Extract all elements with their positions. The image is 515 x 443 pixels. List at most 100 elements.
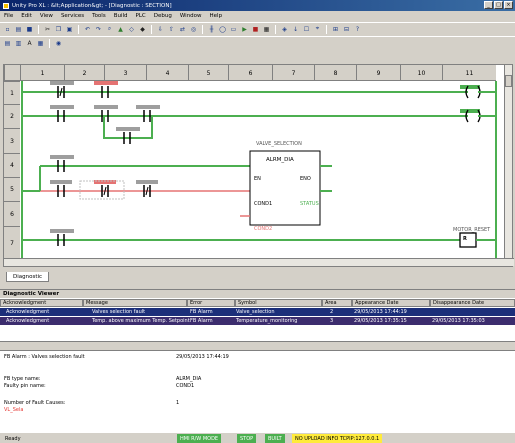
column-header-area[interactable]: Area [322, 299, 352, 307]
details-splitter[interactable] [0, 341, 515, 351]
toolbar-separator [38, 24, 39, 34]
diagnostic-title: Diagnostic Viewer [0, 290, 515, 298]
run-icon[interactable]: ▶ [240, 25, 249, 34]
column-header-ack[interactable]: Acknowledgment [0, 299, 83, 307]
debug-icon[interactable]: ◈ [280, 25, 289, 34]
coil-icon[interactable]: ◯ [218, 25, 227, 34]
menu-edit[interactable]: Edit [21, 13, 32, 19]
fb-pin-en: EN [254, 176, 261, 182]
menu-bar: File Edit View Services Tools Build PLC … [0, 11, 515, 21]
column-header-appearance[interactable]: Appearance Date [352, 299, 430, 307]
menu-build[interactable]: Build [114, 13, 128, 19]
stop-icon[interactable]: ■ [251, 25, 260, 34]
column-label: 7 [272, 65, 314, 81]
bold-a-icon[interactable]: A [25, 39, 34, 48]
menu-help[interactable]: Help [210, 13, 223, 19]
close-button[interactable]: × [504, 1, 513, 9]
row-label: 6 [4, 201, 20, 226]
zoom-icon[interactable]: ⌖ [313, 25, 322, 34]
browse-icon[interactable]: ▤ [3, 39, 12, 48]
block-icon[interactable]: ▭ [229, 25, 238, 34]
scroll-thumb[interactable] [505, 75, 512, 87]
column-label: 4 [146, 65, 188, 81]
transfer-icon[interactable]: ⇄ [178, 25, 187, 34]
undo-icon[interactable]: ↶ [83, 25, 92, 34]
step-icon[interactable]: ↓ [291, 25, 300, 34]
tab-diagnostic[interactable]: Diagnostic [6, 272, 50, 282]
row-symbol: Valve_selection [236, 309, 275, 315]
ladder-diagram [21, 81, 497, 259]
row-label: 5 [4, 177, 20, 201]
toolbar-main: ▫ ▤ ■ ✂ ❐ ▣ ↶ ↷ ⌕ ▲ ◇ ◆ ⇩ ⇧ ⇄ ◎ ╫ ◯ ▭ ▶ … [0, 22, 515, 35]
status-stop: STOP [237, 434, 257, 443]
contact-icon[interactable]: ╫ [207, 25, 216, 34]
toolbar-separator [78, 24, 79, 34]
cut-icon[interactable]: ✂ [43, 25, 52, 34]
column-label: 11 [442, 65, 496, 81]
ladder-editor[interactable]: 1 2 3 4 5 6 7 8 9 10 11 1 2 3 4 5 6 7 VA… [3, 64, 514, 267]
fb-instance-name: VALVE_SELECTION [256, 141, 302, 147]
upload-icon[interactable]: ⇧ [167, 25, 176, 34]
find-icon[interactable]: ⌕ [105, 25, 114, 34]
fb-pin-cond2: COND2 [254, 226, 273, 232]
paste-icon[interactable]: ▣ [65, 25, 74, 34]
variables-icon[interactable]: ⊞ [331, 25, 340, 34]
redo-icon[interactable]: ↷ [94, 25, 103, 34]
corner-cell [4, 65, 20, 81]
title-bar: Unity Pro XL : &lt;Application&gt; - [Di… [0, 0, 515, 11]
row-disappearance: 29/05/2013 17:35:03 [432, 318, 485, 324]
menu-view[interactable]: View [40, 13, 53, 19]
new-icon[interactable]: ▫ [3, 25, 12, 34]
table-row[interactable]: Acknowledgment Temp. above maximum Temp.… [0, 317, 515, 325]
column-header-error[interactable]: Error [187, 299, 235, 307]
column-header-message[interactable]: Message [83, 299, 187, 307]
diagnostic-viewer: Diagnostic Viewer Acknowledgment Message… [0, 289, 515, 432]
variable-labels [50, 81, 160, 233]
maximize-button[interactable]: □ [494, 1, 503, 9]
fb-pin-cond1: COND1 [254, 201, 273, 207]
target-icon[interactable]: ◉ [54, 39, 63, 48]
detail-pin-value: COND1 [176, 383, 195, 389]
fb-type-name: ALRM_DIA [266, 157, 294, 163]
watch-icon[interactable]: ☐ [302, 25, 311, 34]
print-icon[interactable]: ▥ [14, 39, 23, 48]
grid-icon[interactable]: ▦ [262, 25, 271, 34]
row-error: FB Alarm [190, 309, 213, 315]
minimize-button[interactable]: _ [484, 1, 493, 9]
detail-type-label: FB type name: [4, 376, 41, 382]
help-icon[interactable]: ? [353, 25, 362, 34]
column-header-disappearance[interactable]: Disappearance Date [430, 299, 515, 307]
negated-contact-slashes [59, 87, 149, 196]
table-row[interactable]: Acknowledgment Valves selection fault FB… [0, 308, 515, 316]
copy-icon[interactable]: ❐ [54, 25, 63, 34]
connect-icon[interactable]: ◆ [138, 25, 147, 34]
menu-plc[interactable]: PLC [136, 13, 146, 19]
menu-debug[interactable]: Debug [154, 13, 172, 19]
column-label: 5 [188, 65, 228, 81]
column-header-symbol[interactable]: Symbol [235, 299, 322, 307]
toolbar-separator [151, 24, 152, 34]
row-appearance: 29/05/2013 17:35:15 [354, 318, 407, 324]
download-icon[interactable]: ⇩ [156, 25, 165, 34]
menu-tools[interactable]: Tools [92, 13, 106, 19]
open-icon[interactable]: ▤ [14, 25, 23, 34]
animation-icon[interactable]: ◎ [189, 25, 198, 34]
table-icon[interactable]: ▦ [36, 39, 45, 48]
horizontal-scrollbar[interactable] [4, 258, 514, 266]
detail-cause: VL_Sela [4, 407, 24, 413]
analyze-icon[interactable]: ◇ [127, 25, 136, 34]
coil-type-label: R [463, 236, 467, 242]
toolbar-separator [49, 38, 50, 48]
save-icon[interactable]: ■ [25, 25, 34, 34]
menu-window[interactable]: Window [180, 13, 202, 19]
column-header: 1 2 3 4 5 6 7 8 9 10 11 [4, 65, 496, 81]
vertical-scrollbar[interactable] [504, 65, 512, 259]
window-tile-icon[interactable]: ⊟ [342, 25, 351, 34]
menu-services[interactable]: Services [61, 13, 84, 19]
menu-file[interactable]: File [4, 13, 13, 19]
column-label: 9 [356, 65, 400, 81]
column-label: 10 [400, 65, 442, 81]
row-area: 2 [330, 309, 334, 315]
column-label: 1 [20, 65, 64, 81]
build-icon[interactable]: ▲ [116, 25, 125, 34]
